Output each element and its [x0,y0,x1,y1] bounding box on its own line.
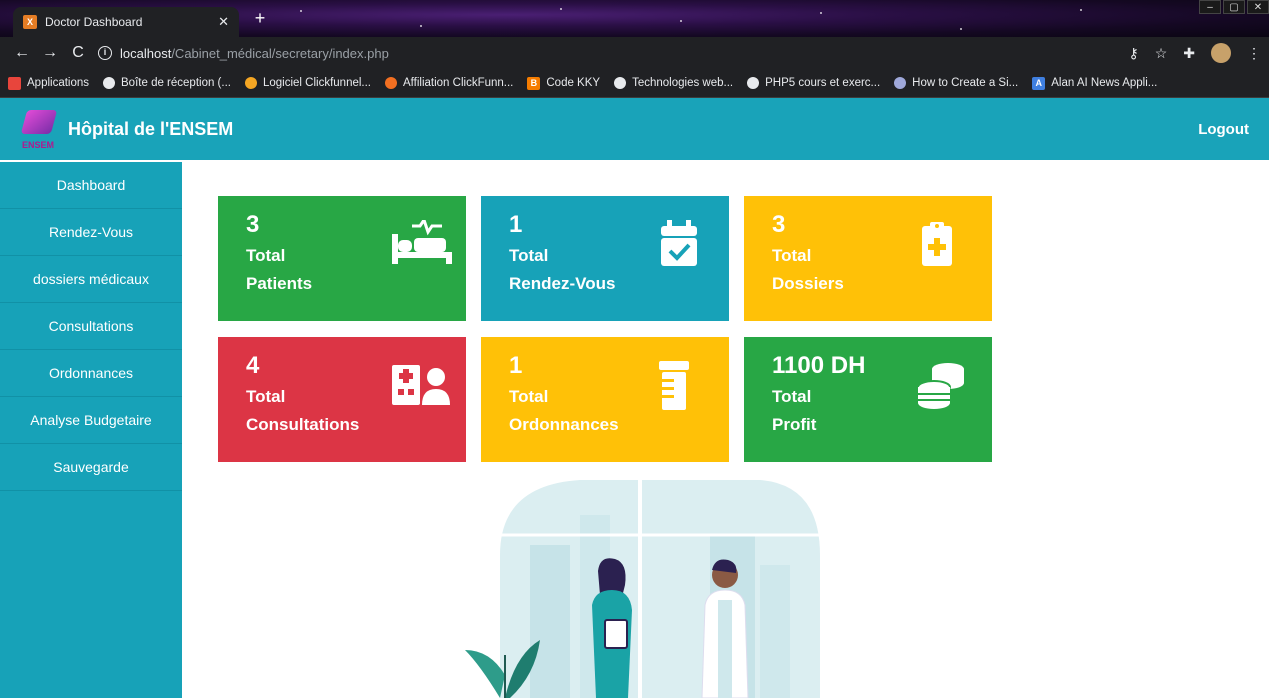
bookmark-item[interactable]: B Code KKY [527,76,600,90]
maximize-icon[interactable]: ▢ [1223,0,1245,14]
key-icon[interactable]: ⚷ [1128,45,1138,62]
sidebar: Dashboard Rendez-Vous dossiers médicaux … [0,162,182,698]
globe-icon [747,77,760,89]
bookmark-item[interactable]: Affiliation ClickFunn... [385,77,513,89]
clipboard-medical-icon [922,222,952,266]
card-ordonnances[interactable]: 1 Total Ordonnances [481,337,729,462]
bookmark-apps[interactable]: Applications [8,76,89,90]
alan-ai-icon: A [1032,76,1046,90]
coins-icon [917,363,964,409]
back-icon[interactable]: ← [8,44,36,62]
sidebar-item-analyse-budgetaire[interactable]: Analyse Budgetaire [0,397,182,444]
browser-tab[interactable]: X Doctor Dashboard ✕ [13,7,239,37]
app-header: ENSEM Hôpital de l'ENSEM Logout [0,98,1269,160]
globe-icon [103,77,116,89]
card-profit[interactable]: 1100 DH Total Profit [744,337,992,462]
bed-pulse-icon [392,220,452,264]
pin-icon [614,77,627,89]
hospital-user-icon [392,365,450,405]
app-title: Hôpital de l'ENSEM [68,118,234,139]
ensem-logo: ENSEM [20,106,62,152]
site-info-icon[interactable]: i [98,46,112,60]
sidebar-item-ordonnances[interactable]: Ordonnances [0,350,182,397]
minimize-icon[interactable]: – [1199,0,1221,14]
extensions-icon[interactable]: ✚ [1183,45,1195,62]
star-icon[interactable]: ☆ [1155,45,1168,62]
card-rendez-vous[interactable]: 1 Total Rendez-Vous [481,196,729,321]
sidebar-item-dossiers[interactable]: dossiers médicaux [0,256,182,303]
address-bar: ← → C i localhost /Cabinet_médical/secre… [0,37,1269,69]
apps-grid-icon [8,76,21,90]
bookmark-item[interactable]: Logiciel Clickfunnel... [244,77,371,89]
clickfunnels-icon [244,77,257,89]
url-field[interactable]: i localhost /Cabinet_médical/secretary/i… [98,46,389,61]
profile-avatar[interactable] [1211,43,1231,63]
card-dossiers[interactable]: 3 Total Dossiers [744,196,992,321]
bookmark-item[interactable]: A Alan AI News Appli... [1032,76,1157,90]
bookmark-item[interactable]: PHP5 cours et exerc... [747,77,880,89]
bookmark-item[interactable]: Technologies web... [614,77,733,89]
bookmarks-bar: Applications Boîte de réception (... Log… [0,69,1269,98]
xampp-favicon-icon: X [23,15,37,29]
url-path: /Cabinet_médical/secretary/index.php [171,45,389,61]
url-host: localhost [120,45,172,61]
sidebar-item-sauvegarde[interactable]: Sauvegarde [0,444,182,491]
logout-link[interactable]: Logout [1198,121,1249,138]
new-tab-button[interactable]: + [250,8,270,28]
forward-icon[interactable]: → [36,44,64,62]
close-window-icon[interactable]: ✕ [1247,0,1269,14]
sidebar-item-consultations[interactable]: Consultations [0,303,182,350]
sidebar-item-rendez-vous[interactable]: Rendez-Vous [0,209,182,256]
sidebar-item-dashboard[interactable]: Dashboard [0,162,182,209]
menu-icon[interactable]: ⋮ [1247,45,1261,62]
shield-check-icon [385,77,397,89]
calendar-check-icon [661,220,697,266]
reload-icon[interactable]: C [64,44,92,62]
bookmark-item[interactable]: How to Create a Si... [894,77,1018,89]
card-consultations[interactable]: 4 Total Consultations [218,337,466,462]
browser-tab-strip: X Doctor Dashboard ✕ + – ▢ ✕ [0,0,1269,37]
close-tab-icon[interactable]: ✕ [218,14,229,30]
window-controls: – ▢ ✕ [1197,0,1269,14]
prescription-bottle-icon [659,361,689,410]
person-icon [894,77,907,89]
bookmark-item[interactable]: Boîte de réception (... [103,77,231,89]
blogger-icon: B [527,76,541,90]
doctors-illustration [465,480,820,698]
tab-title: Doctor Dashboard [45,15,143,29]
card-patients[interactable]: 3 Total Patients [218,196,466,321]
